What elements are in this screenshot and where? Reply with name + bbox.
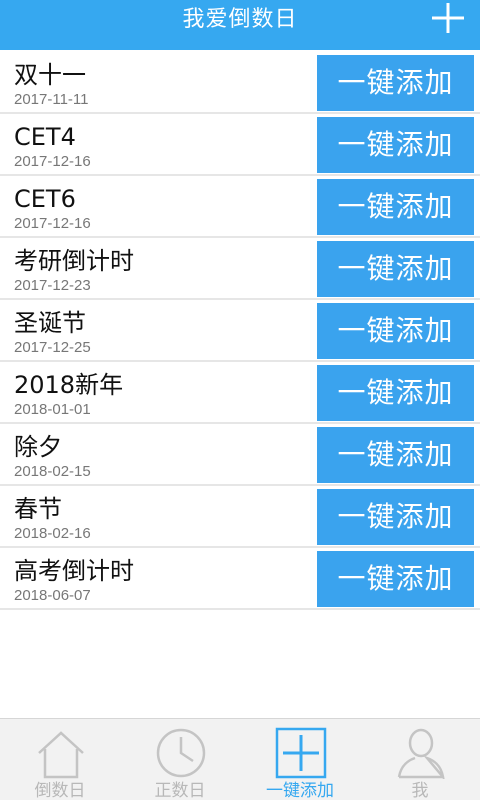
list-item: 春节 2018-02-16 一键添加	[0, 486, 480, 548]
event-name: 圣诞节	[14, 309, 86, 337]
list-item: 双十一 2017-11-11 一键添加	[0, 52, 480, 114]
quick-add-button[interactable]: 一键添加	[317, 489, 474, 545]
event-name: 双十一	[14, 61, 86, 89]
list-item: 除夕 2018-02-15 一键添加	[0, 424, 480, 486]
quick-add-button[interactable]: 一键添加	[317, 179, 474, 235]
tab-label: 倒数日	[34, 781, 86, 800]
event-name: CET4	[14, 123, 76, 151]
quick-add-button[interactable]: 一键添加	[317, 551, 474, 607]
event-name: 高考倒计时	[14, 557, 134, 585]
event-date: 2017-12-16	[14, 153, 91, 170]
event-date: 2017-12-16	[14, 215, 91, 232]
tab-countdown[interactable]: 倒数日	[0, 719, 120, 800]
event-date: 2018-01-01	[14, 401, 91, 418]
page-title: 我爱倒数日	[182, 7, 298, 32]
quick-add-button[interactable]: 一键添加	[317, 117, 474, 173]
event-date: 2017-12-23	[14, 277, 91, 294]
event-name: 考研倒计时	[14, 247, 134, 275]
event-date: 2018-06-07	[14, 587, 91, 604]
tab-me[interactable]: 我	[360, 719, 480, 800]
tab-label: 正数日	[154, 781, 206, 800]
list-item: 高考倒计时 2018-06-07 一键添加	[0, 548, 480, 610]
clock-icon	[156, 728, 206, 778]
tab-label: 一键添加	[266, 781, 334, 800]
event-name: 春节	[14, 495, 62, 523]
list-item: CET6 2017-12-16 一键添加	[0, 176, 480, 238]
tab-label: 我	[411, 781, 429, 800]
house-icon	[38, 731, 84, 779]
quick-add-button[interactable]: 一键添加	[317, 365, 474, 421]
event-name: 2018新年	[14, 371, 124, 399]
bottom-tab-bar: 倒数日 正数日 一键添加 我	[0, 718, 480, 800]
event-date: 2017-12-25	[14, 339, 91, 356]
preset-event-list: 双十一 2017-11-11 一键添加 CET4 2017-12-16 一键添加…	[0, 52, 480, 610]
person-icon	[397, 728, 445, 779]
list-item: 2018新年 2018-01-01 一键添加	[0, 362, 480, 424]
add-button[interactable]	[428, 0, 468, 40]
tab-quick-add[interactable]: 一键添加	[240, 719, 360, 800]
list-item: CET4 2017-12-16 一键添加	[0, 114, 480, 176]
event-date: 2018-02-15	[14, 463, 91, 480]
event-date: 2017-11-11	[14, 91, 89, 108]
app-screen: 我爱倒数日 双十一 2017-11-11 一键添加 CET4 2017-12-1…	[0, 0, 480, 800]
quick-add-button[interactable]: 一键添加	[317, 303, 474, 359]
list-item: 圣诞节 2017-12-25 一键添加	[0, 300, 480, 362]
quick-add-button[interactable]: 一键添加	[317, 427, 474, 483]
event-date: 2018-02-16	[14, 525, 91, 542]
quick-add-button[interactable]: 一键添加	[317, 55, 474, 111]
plus-box-icon	[275, 727, 327, 779]
quick-add-button[interactable]: 一键添加	[317, 241, 474, 297]
app-header: 我爱倒数日	[0, 0, 480, 50]
event-name: 除夕	[14, 433, 62, 461]
tab-count-up[interactable]: 正数日	[120, 719, 240, 800]
event-name: CET6	[14, 185, 76, 213]
list-item: 考研倒计时 2017-12-23 一键添加	[0, 238, 480, 300]
plus-icon	[432, 3, 464, 33]
